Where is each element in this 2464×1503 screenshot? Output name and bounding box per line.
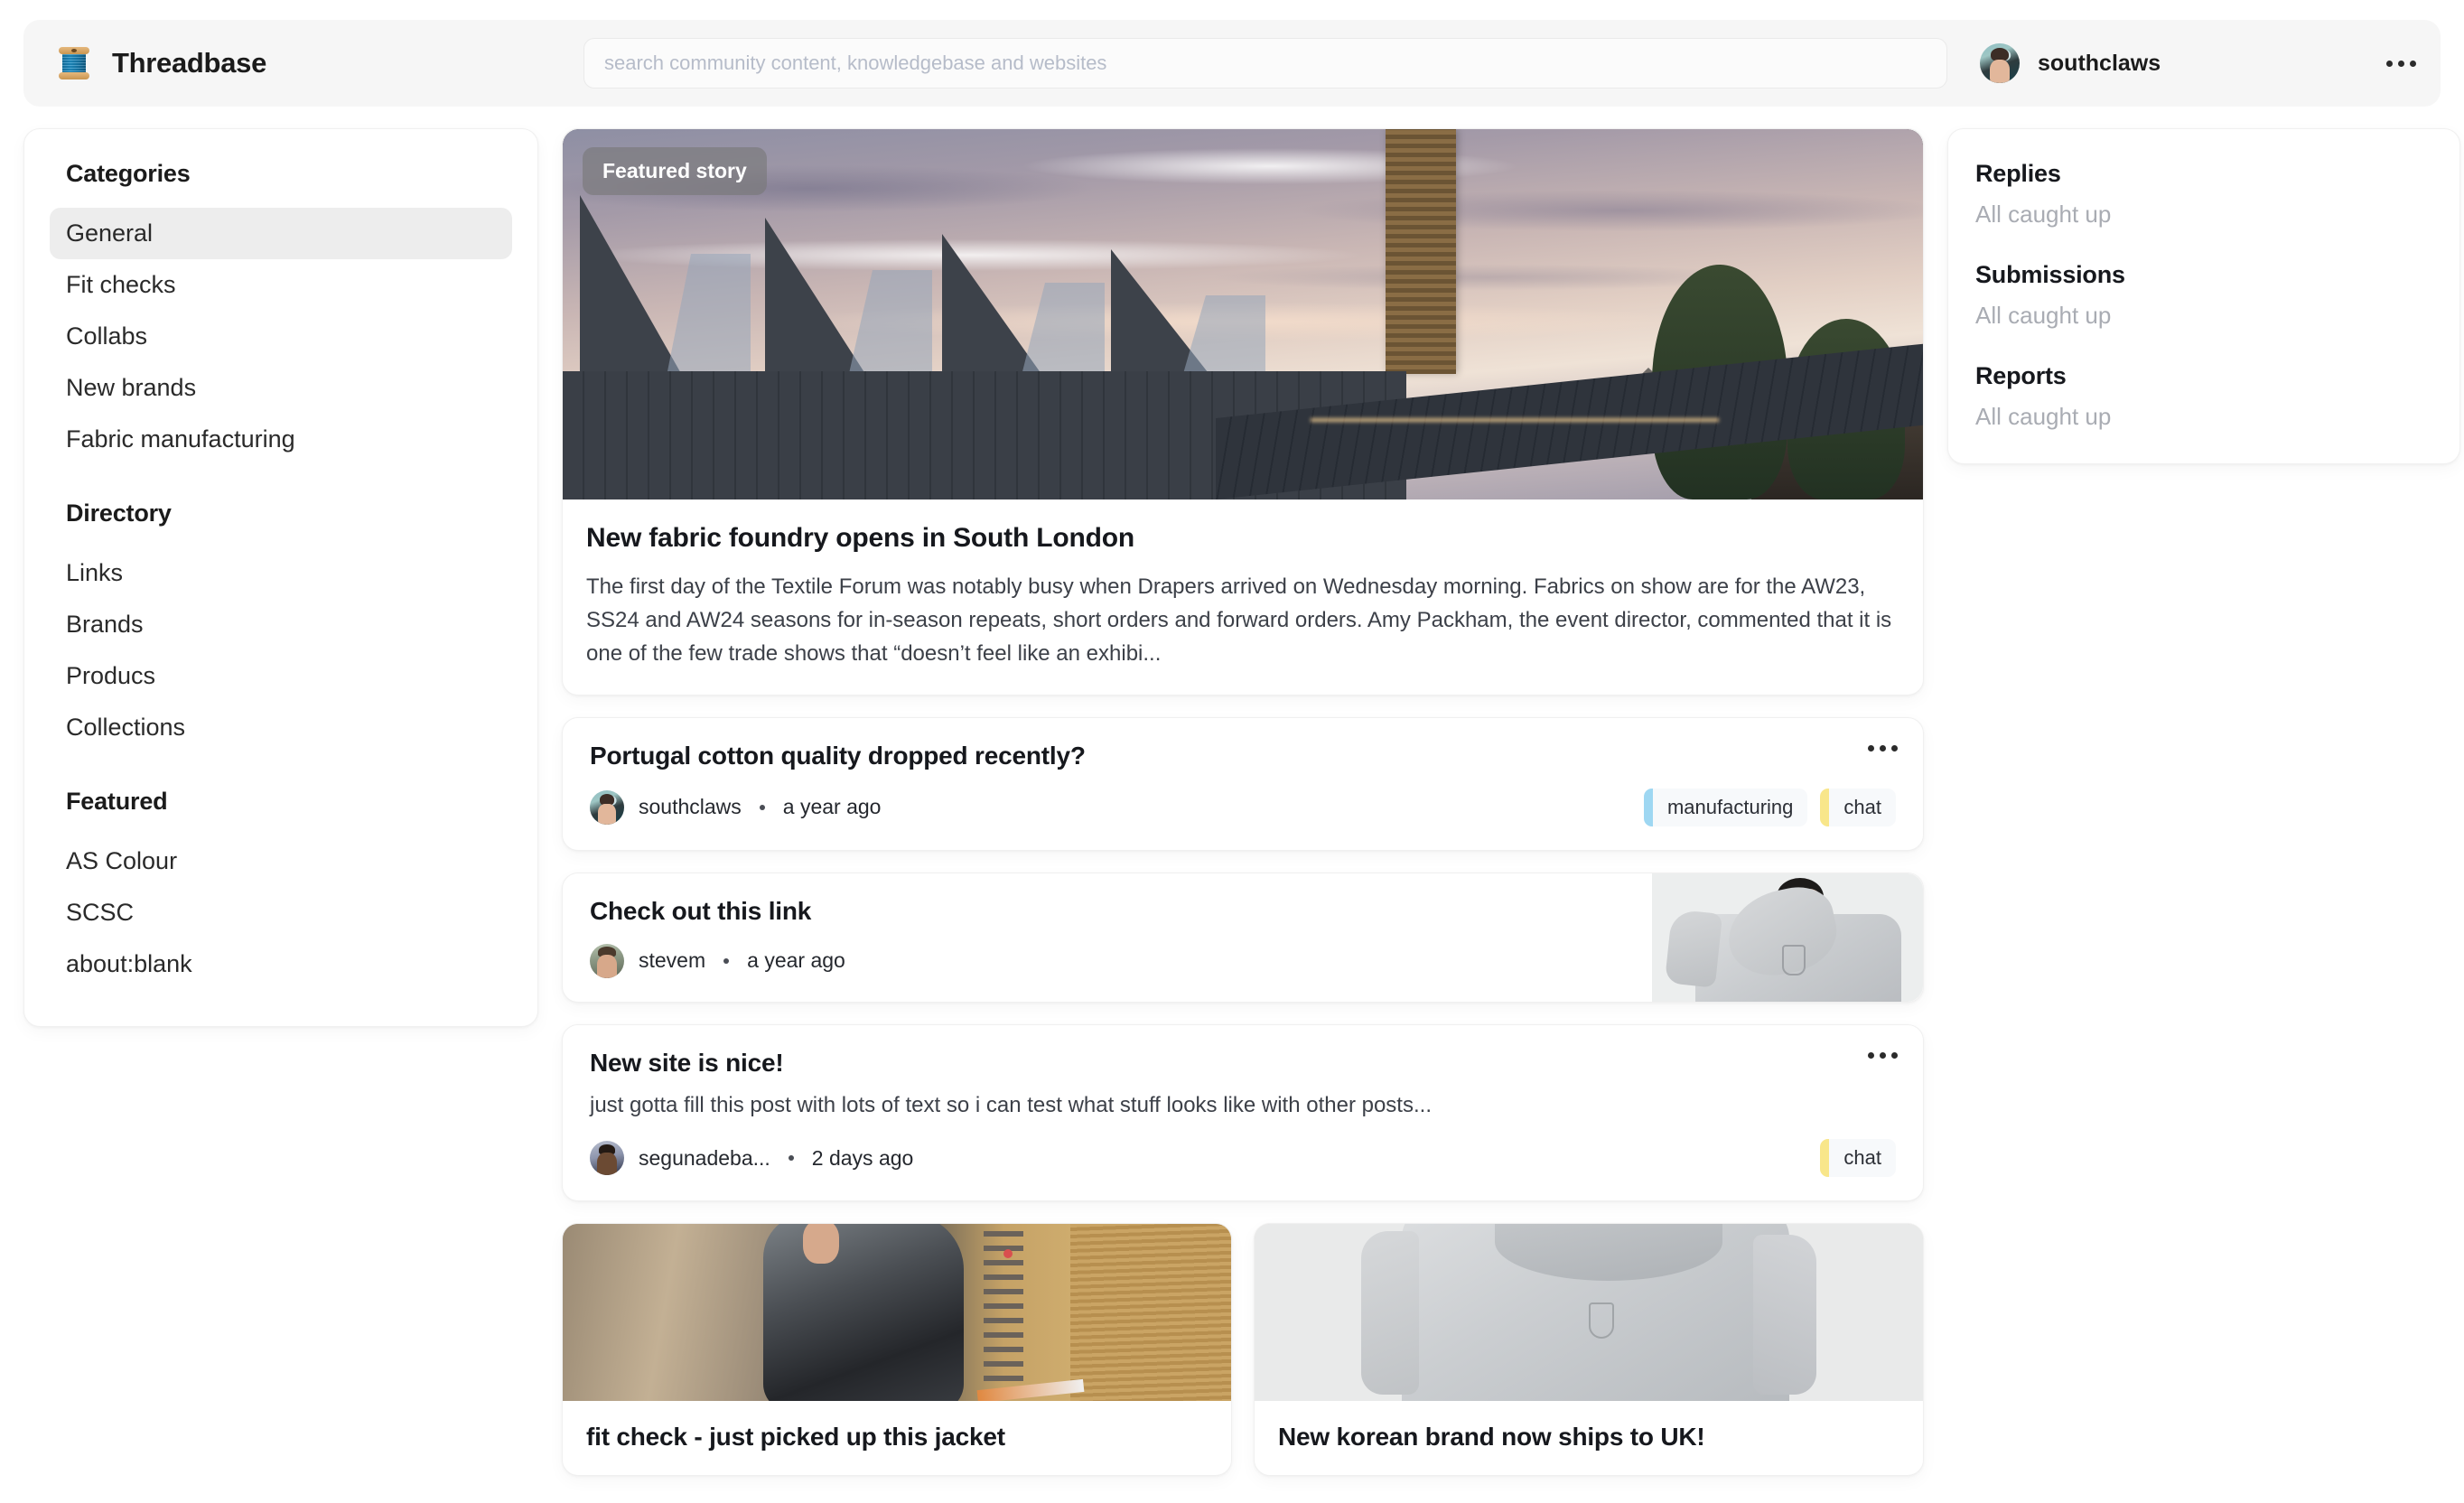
image-card-grid: fit check - just picked up this jacket N… <box>562 1223 1924 1477</box>
post-more-icon[interactable] <box>1868 1051 1898 1059</box>
search-input[interactable] <box>583 38 1947 89</box>
sidebar-item-about-blank[interactable]: about:blank <box>50 938 512 990</box>
brand[interactable]: Threadbase <box>54 43 560 83</box>
sidebar-item-new-brands[interactable]: New brands <box>50 362 512 414</box>
sidebar-item-producs[interactable]: Producs <box>50 650 512 702</box>
post-author[interactable]: segunadeba... <box>639 1146 770 1171</box>
activity-reports[interactable]: Reports All caught up <box>1975 362 2432 431</box>
sidebar-item-scsc[interactable]: SCSC <box>50 887 512 938</box>
tag-label: manufacturing <box>1666 795 1794 818</box>
sidebar-item-collabs[interactable]: Collabs <box>50 311 512 362</box>
featured-story-card[interactable]: Featured story New fabric foundry opens … <box>562 128 1924 695</box>
sidebar-item-general[interactable]: General <box>50 208 512 259</box>
sidebar-item-fabric-manufacturing[interactable]: Fabric manufacturing <box>50 414 512 465</box>
sidebar-heading: Categories <box>66 160 191 187</box>
search-container <box>583 38 1947 89</box>
activity-panel: Replies All caught up Submissions All ca… <box>1947 128 2460 464</box>
post-tags: manufacturing chat <box>1643 788 1896 826</box>
post-time: a year ago <box>747 948 845 973</box>
app-header: Threadbase southclaws <box>23 20 2441 107</box>
image-card-title: fit check - just picked up this jacket <box>586 1423 1005 1452</box>
right-column: Replies All caught up Submissions All ca… <box>1947 128 2460 464</box>
tag-label: chat <box>1843 795 1881 818</box>
featured-story-image: Featured story <box>563 129 1923 499</box>
sidebar-item-links[interactable]: Links <box>50 547 512 599</box>
avatar[interactable] <box>590 943 624 978</box>
tag-chat[interactable]: chat <box>1820 1139 1896 1178</box>
sidebar-group-categories: Categories General Fit checks Collabs Ne… <box>50 160 512 465</box>
post-card[interactable]: New site is nice! just gotta fill this p… <box>562 1023 1924 1202</box>
user-name: southclaws <box>2038 50 2161 76</box>
featured-story-excerpt: The first day of the Textile Forum was n… <box>586 574 1892 667</box>
post-author[interactable]: stevem <box>639 948 705 973</box>
sidebar-item-brands[interactable]: Brands <box>50 599 512 650</box>
avatar[interactable] <box>590 789 624 825</box>
sidebar-item-collections[interactable]: Collections <box>50 702 512 753</box>
activity-replies[interactable]: Replies All caught up <box>1975 160 2432 229</box>
avatar[interactable] <box>1980 43 2020 83</box>
feed: Featured story New fabric foundry opens … <box>562 128 1924 1477</box>
sidebar: Categories General Fit checks Collabs Ne… <box>23 128 538 1027</box>
post-card[interactable]: Portugal cotton quality dropped recently… <box>562 716 1924 851</box>
sidebar-item-as-colour[interactable]: AS Colour <box>50 836 512 887</box>
featured-story-badge: Featured story <box>583 147 767 195</box>
sidebar-group-featured: Featured AS Colour SCSC about:blank <box>50 788 512 990</box>
ellipsis-icon[interactable] <box>2386 60 2417 67</box>
thread-spool-icon <box>54 43 94 83</box>
post-title: New site is nice! <box>590 1048 784 1077</box>
activity-status: All caught up <box>1975 201 2112 228</box>
post-card[interactable]: Check out this link stevem a year ago <box>562 872 1924 1003</box>
tag-manufacturing[interactable]: manufacturing <box>1643 788 1808 826</box>
activity-heading: Reports <box>1975 362 2067 389</box>
meta-separator-icon <box>788 1155 794 1162</box>
image-card-title: New korean brand now ships to UK! <box>1278 1423 1705 1452</box>
brand-title: Threadbase <box>112 47 267 79</box>
post-thumbnail <box>1652 873 1923 1002</box>
activity-status: All caught up <box>1975 403 2112 430</box>
sidebar-heading: Directory <box>66 499 172 527</box>
post-title: Check out this link <box>590 896 812 925</box>
image-card[interactable]: New korean brand now ships to UK! <box>1254 1223 1924 1477</box>
activity-heading: Replies <box>1975 160 2061 187</box>
image-card-thumbnail <box>563 1224 1231 1402</box>
sidebar-item-fit-checks[interactable]: Fit checks <box>50 259 512 311</box>
sidebar-heading: Featured <box>66 788 168 815</box>
featured-story-title: New fabric foundry opens in South London <box>586 523 1134 553</box>
meta-separator-icon <box>759 804 765 810</box>
tag-label: chat <box>1843 1146 1881 1170</box>
post-author[interactable]: southclaws <box>639 795 742 819</box>
activity-heading: Submissions <box>1975 261 2125 288</box>
activity-submissions[interactable]: Submissions All caught up <box>1975 261 2432 330</box>
tag-chat[interactable]: chat <box>1820 788 1896 826</box>
avatar[interactable] <box>590 1141 624 1176</box>
image-card-thumbnail <box>1255 1224 1923 1402</box>
post-meta: southclaws a year ago manufacturing chat <box>590 788 1896 826</box>
post-tags: chat <box>1820 1139 1896 1178</box>
post-more-icon[interactable] <box>1868 744 1898 752</box>
body-grid: Categories General Fit checks Collabs Ne… <box>23 128 2460 1477</box>
post-meta: segunadeba... 2 days ago chat <box>590 1139 1896 1178</box>
post-time: a year ago <box>782 795 882 819</box>
post-meta: stevem a year ago <box>590 943 1634 978</box>
app-root: Threadbase southclaws Categories General… <box>0 0 2464 1503</box>
activity-status: All caught up <box>1975 302 2112 329</box>
post-time: 2 days ago <box>811 1145 914 1170</box>
post-title: Portugal cotton quality dropped recently… <box>590 741 1086 770</box>
user-menu[interactable]: southclaws <box>1980 43 2417 83</box>
sidebar-group-directory: Directory Links Brands Producs Collectio… <box>50 499 512 753</box>
post-excerpt: just gotta fill this post with lots of t… <box>590 1092 1432 1117</box>
image-card[interactable]: fit check - just picked up this jacket <box>562 1223 1232 1477</box>
meta-separator-icon <box>723 957 730 964</box>
